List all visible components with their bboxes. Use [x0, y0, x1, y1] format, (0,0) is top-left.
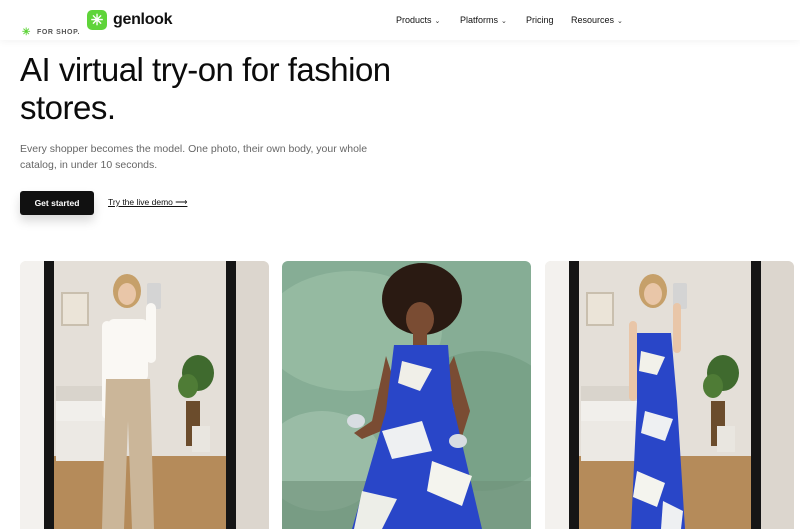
sparkle-icon: ✳ [22, 27, 31, 38]
brand-name: genlook [113, 11, 173, 28]
hero-title: AI virtual try-on for fashion stores. [20, 51, 440, 127]
nav-products[interactable]: Products ⌄ [396, 0, 440, 40]
live-demo-link[interactable]: Try the live demo ⟶ [108, 197, 187, 208]
gallery-image-3 [545, 261, 794, 529]
hero-eyebrow-label: FOR SHOP. [36, 29, 80, 36]
hero-subtitle: Every shopper becomes the model. One pho… [20, 141, 380, 173]
site-header: ✳ genlook Products ⌄ Platforms ⌄ Pricing… [0, 0, 800, 40]
asterisk-icon: ✳ [87, 10, 107, 30]
gallery-image-1 [20, 261, 269, 529]
nav-pricing-label: Pricing [526, 15, 554, 25]
chevron-down-icon: ⌄ [617, 17, 623, 25]
hero-eyebrow: ✳ FOR SHOP. [22, 27, 80, 38]
hero-subtitle-line1: Every shopper becomes the model. One pho… [20, 143, 368, 155]
nav-pricing[interactable]: Pricing [526, 0, 554, 40]
chevron-down-icon: ⌄ [501, 17, 507, 25]
nav-resources[interactable]: Resources ⌄ [571, 0, 623, 40]
chevron-down-icon: ⌄ [434, 17, 441, 25]
nav-products-label: Products [396, 15, 432, 25]
hero-title-line2: stores. [20, 89, 116, 126]
get-started-button[interactable]: Get started [20, 191, 94, 215]
hero-title-line1: AI virtual try-on for fashion [20, 51, 391, 88]
logo[interactable]: ✳ genlook [87, 10, 173, 30]
gallery-image-2 [282, 261, 531, 529]
hero-subtitle-line2: catalog, in under 10 seconds. [20, 159, 158, 171]
nav-platforms[interactable]: Platforms ⌄ [460, 0, 507, 40]
nav-platforms-label: Platforms [460, 15, 499, 25]
nav-resources-label: Resources [571, 15, 615, 25]
